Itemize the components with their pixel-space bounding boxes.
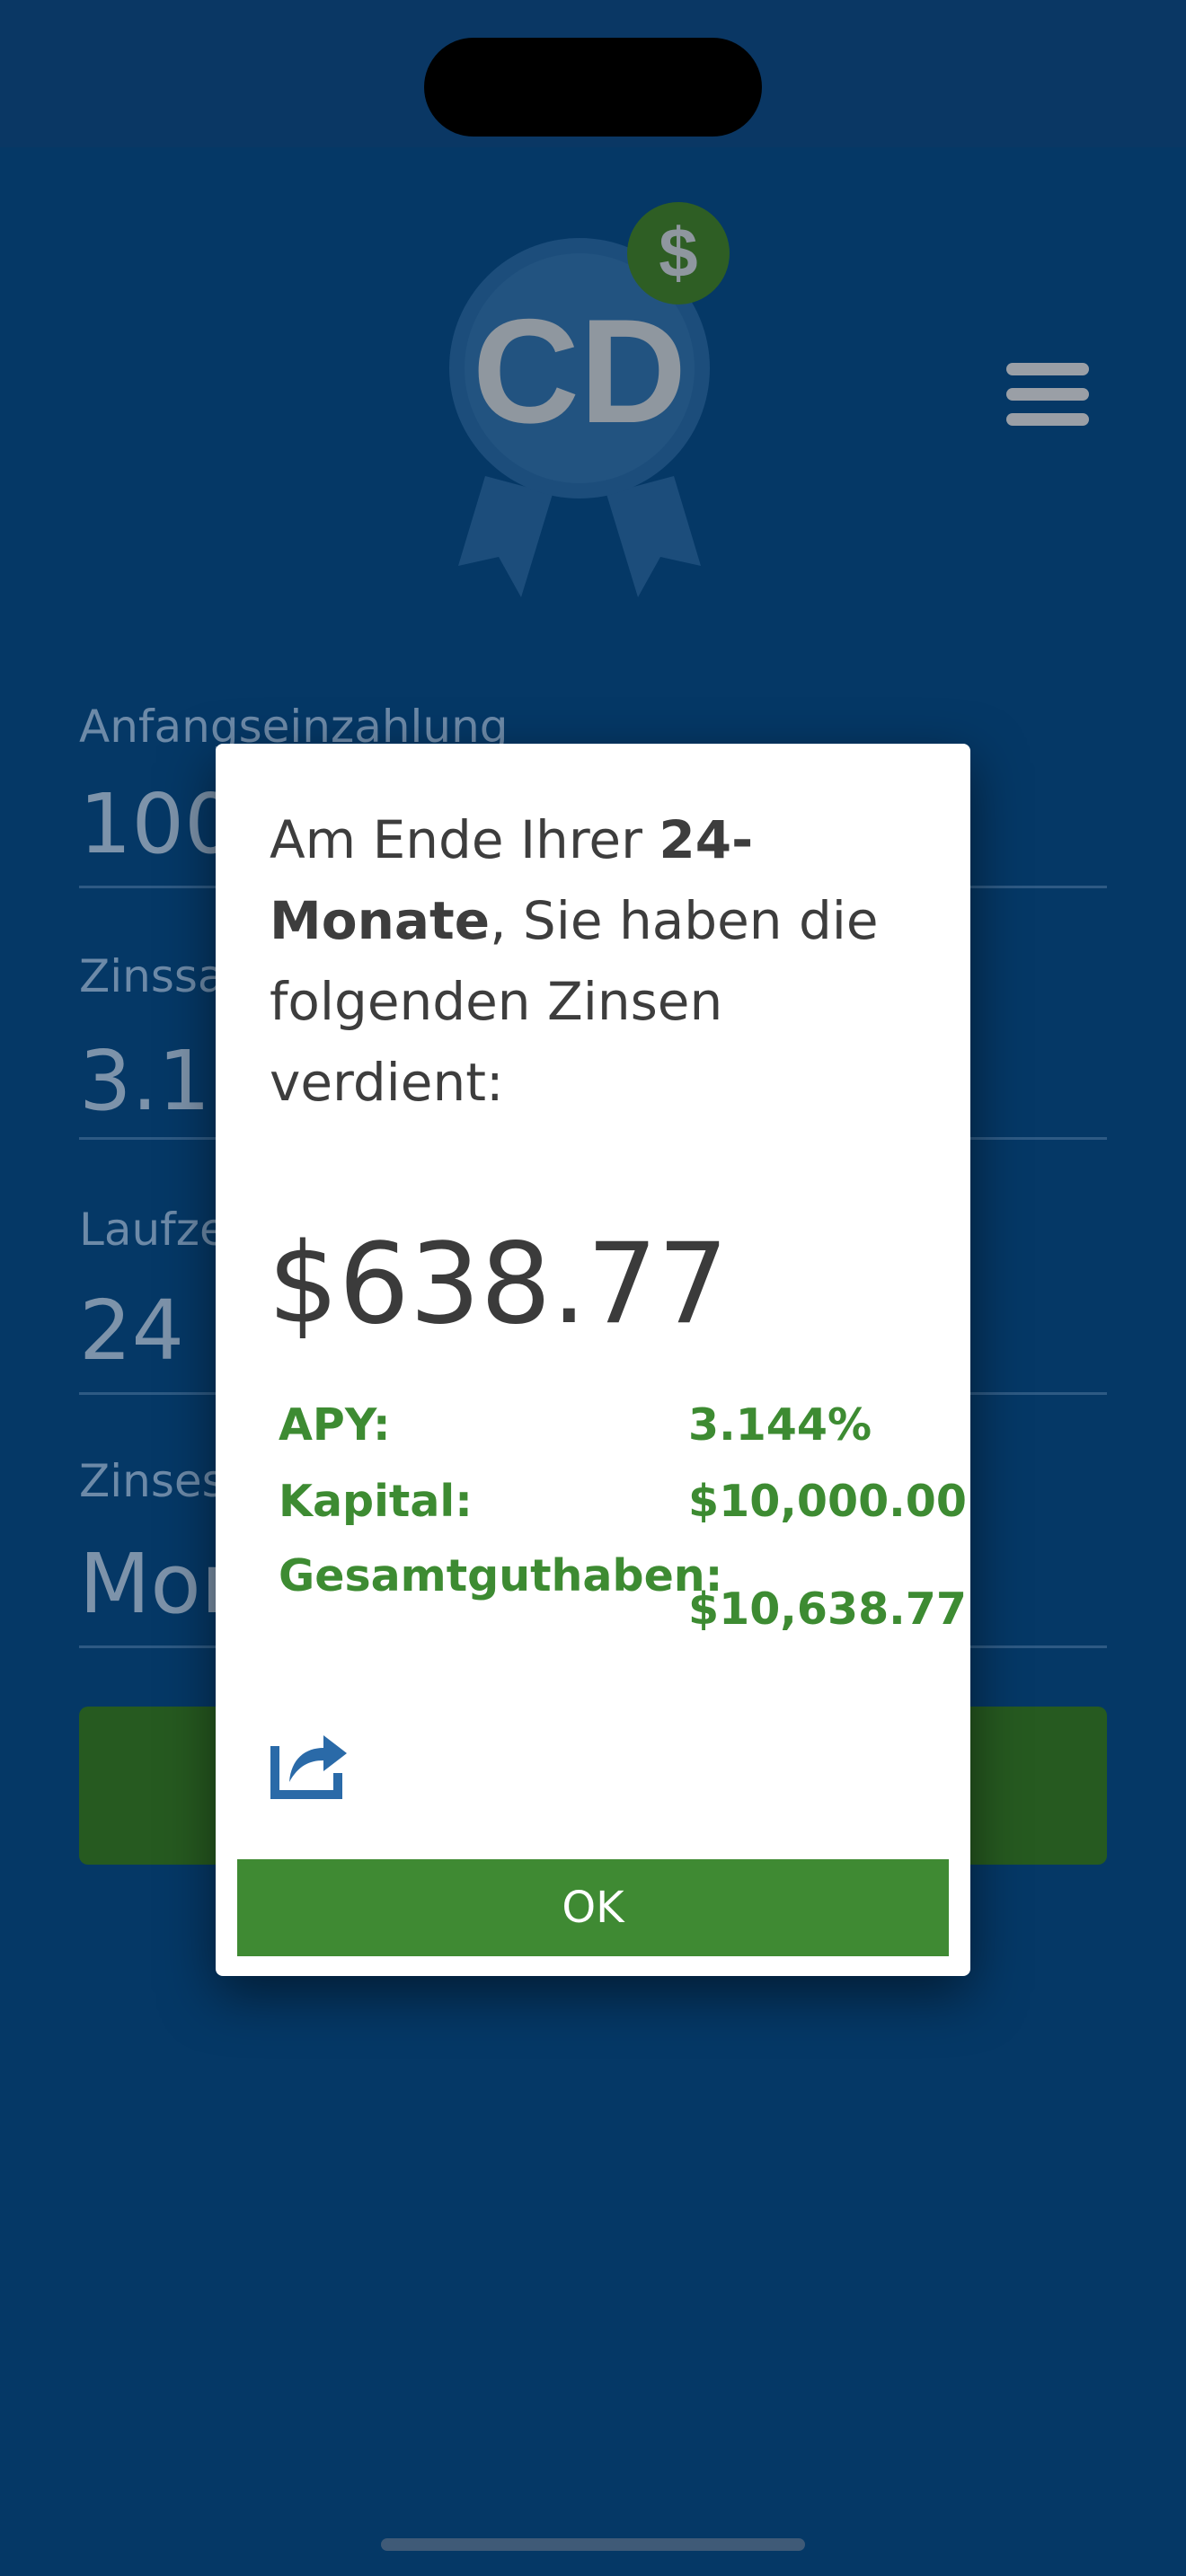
interest-amount: $638.77 [268, 1220, 729, 1349]
home-indicator[interactable] [381, 2538, 805, 2551]
message-pre: Am Ende Ihrer [270, 809, 659, 870]
total-balance-label: Gesamtguthaben: [279, 1550, 723, 1601]
principal-label: Kapital: [279, 1476, 473, 1527]
result-message: Am Ende Ihrer 24-Monate, Sie haben die f… [270, 799, 934, 1123]
result-dialog: Am Ende Ihrer 24-Monate, Sie haben die f… [216, 744, 970, 1976]
logo-text: CD [473, 288, 686, 454]
ok-button[interactable]: OK [237, 1859, 949, 1956]
logo-badge-text: $ [659, 213, 697, 292]
share-icon[interactable] [270, 1723, 350, 1800]
cd-logo: CD $ [449, 202, 730, 597]
term-value: 24 [79, 1283, 185, 1379]
total-balance-value: $10,638.77 [688, 1584, 967, 1635]
dynamic-island [424, 38, 762, 137]
apy-value: 3.144% [688, 1399, 872, 1451]
apy-label: APY: [279, 1399, 391, 1451]
hamburger-icon[interactable] [1006, 363, 1089, 426]
principal-value: $10,000.00 [688, 1476, 967, 1527]
status-bar [0, 0, 1186, 147]
